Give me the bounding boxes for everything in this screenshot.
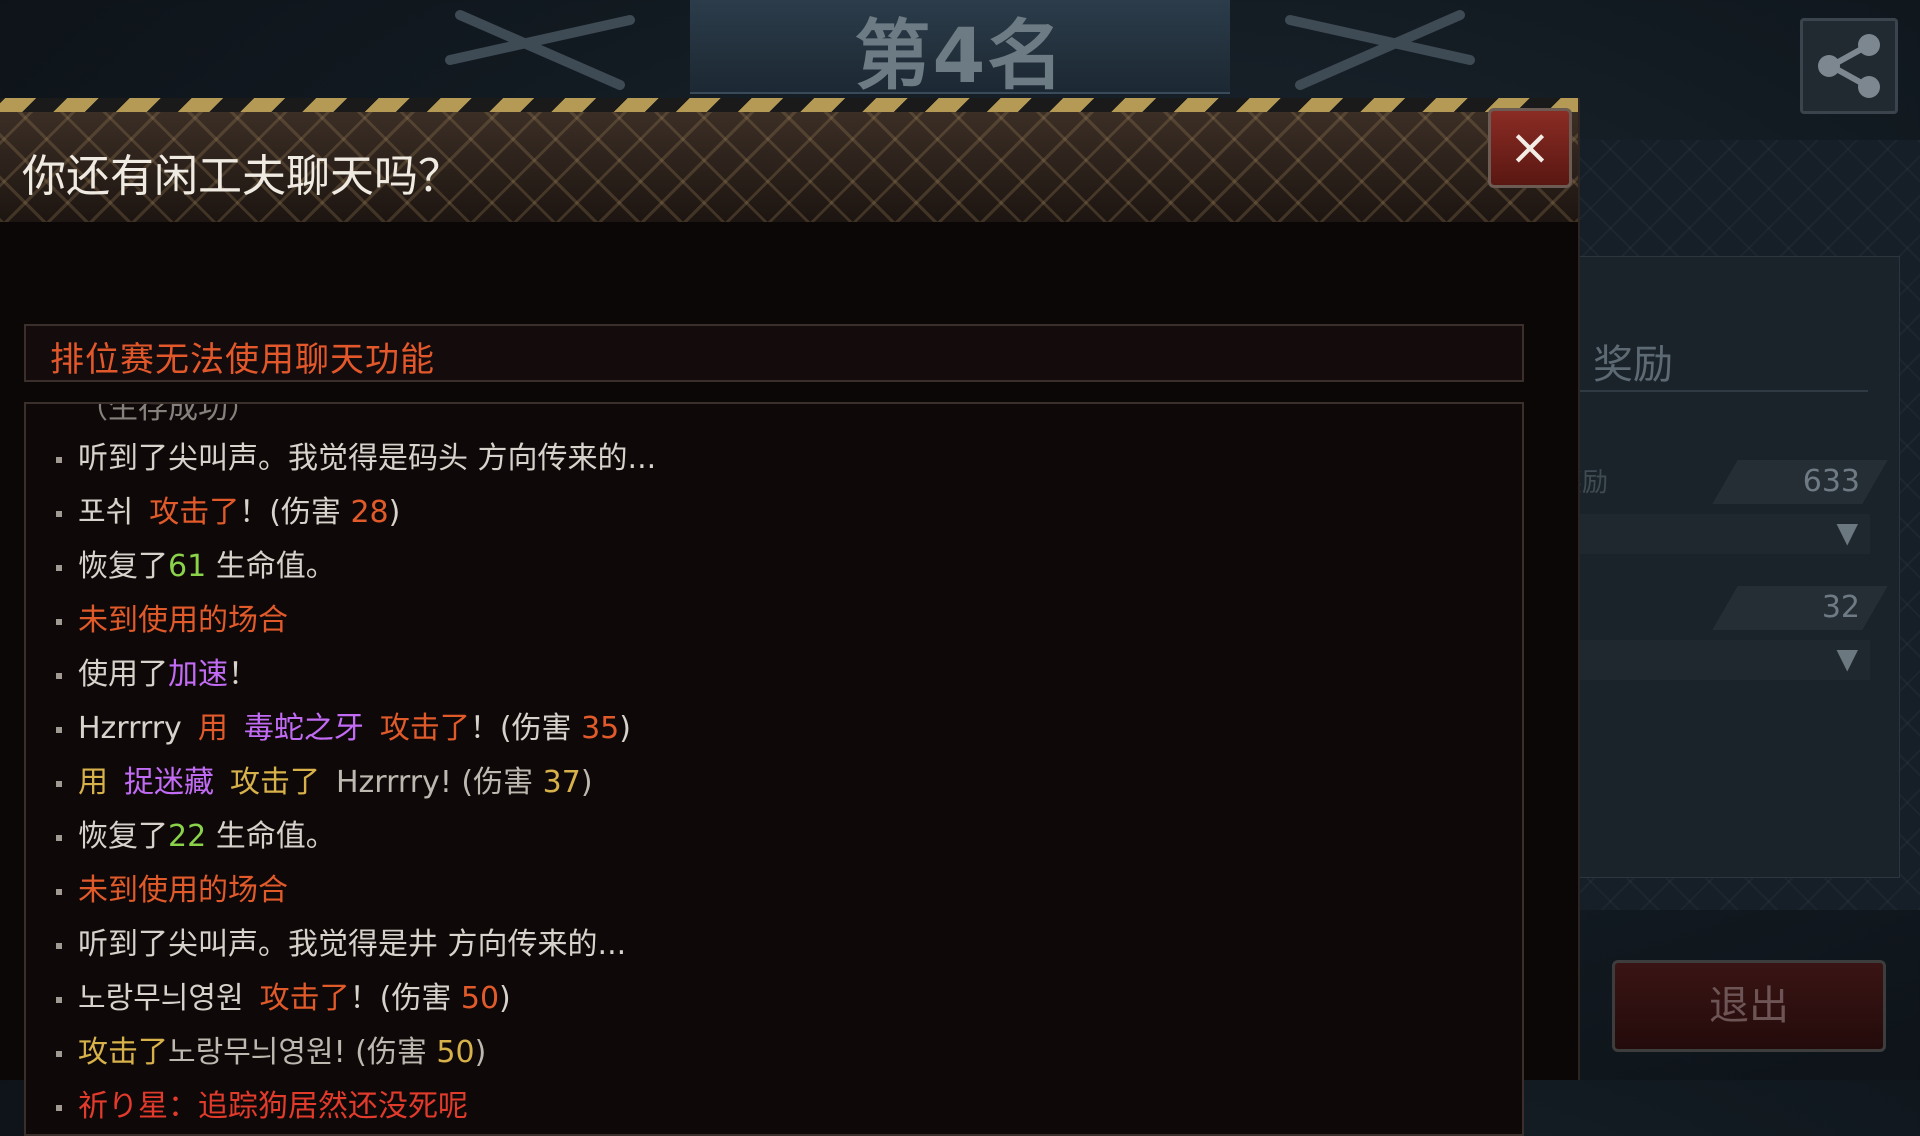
- log-line: 未到使用的场合: [26, 864, 1506, 918]
- bullet-icon: [56, 780, 62, 787]
- chat-modal: 你还有闲工夫聊天吗？ 排位赛无法使用聊天功能 （生存成功） 听到了尖叫声。我觉得…: [0, 98, 1580, 1136]
- share-button[interactable]: [1800, 18, 1898, 114]
- rank-banner: 第4名: [690, 0, 1230, 100]
- log-segment: 61: [168, 549, 207, 584]
- close-icon: ×: [1509, 118, 1551, 176]
- bullet-icon: [56, 726, 62, 733]
- log-line: 听到了尖叫声。我觉得是码头 方向传来的...: [26, 432, 1506, 486]
- log-segment: 毒蛇之牙: [243, 711, 364, 746]
- bullet-icon: [56, 834, 62, 841]
- log-line: 攻击了노랑무늬영원! (伤害 50): [26, 1026, 1506, 1080]
- modal-title: 你还有闲工夫聊天吗？: [22, 151, 462, 202]
- reward-divider: [1578, 390, 1868, 392]
- hazard-stripe: [0, 98, 1578, 112]
- log-text: （生存成功）: [78, 402, 258, 426]
- log-segment: 恢复了: [78, 549, 168, 584]
- dropdown-arrow-icon: ▼: [1836, 516, 1858, 549]
- log-segment: 포쉬: [78, 495, 134, 530]
- log-line: 恢复了61 生命值。: [26, 540, 1506, 594]
- log-segment: 使用了: [78, 657, 168, 692]
- log-segment: 攻击了: [259, 981, 350, 1016]
- bullet-icon: [56, 672, 62, 679]
- rank-title: 第4名: [854, 11, 1066, 100]
- log-line: 用捉迷藏 攻击了 Hzrrrry! (伤害 37): [26, 756, 1506, 810]
- bullet-icon: [56, 888, 62, 895]
- bullet-icon: [56, 996, 62, 1003]
- reward-value: 633: [1802, 464, 1860, 499]
- log-segment: ): [388, 495, 401, 530]
- log-segment: 攻击了: [78, 1035, 168, 1070]
- battle-log[interactable]: （生存成功） 听到了尖叫声。我觉得是码头 方向传来的... 포쉬 攻击了！(伤害 2…: [24, 402, 1524, 1136]
- chat-disabled-notice: 排位赛无法使用聊天功能: [24, 324, 1524, 382]
- reward-value-bg: [1712, 586, 1888, 630]
- crossed-guns-right-emblem: [1285, 10, 1475, 90]
- log-segment: 35: [581, 711, 620, 746]
- log-segment: 未到使用的场合: [78, 873, 288, 908]
- log-segment: ): [619, 711, 631, 746]
- log-segment: 22: [168, 819, 207, 854]
- log-line: 听到了尖叫声。我觉得是井 方向传来的...: [26, 918, 1506, 972]
- log-segment: 祈り星：追踪狗居然还没死呢: [78, 1089, 468, 1124]
- log-segment: ！(伤害: [469, 711, 582, 746]
- log-segment: 捉迷藏: [124, 765, 214, 800]
- log-segment: 用: [78, 765, 108, 800]
- log-segment: 生命值。: [206, 819, 336, 854]
- log-segment: ): [474, 1035, 487, 1070]
- log-segment: ！: [228, 657, 258, 692]
- log-line: 使用了加速！: [26, 648, 1506, 702]
- reward-value-bg: [1712, 460, 1888, 504]
- log-segment: ): [499, 981, 511, 1016]
- reward-dropdown[interactable]: ▼: [1578, 514, 1870, 554]
- log-segment: ！(伤害: [349, 981, 461, 1016]
- log-segment: 未到使用的场合: [78, 603, 288, 638]
- log-line: 노랑무늬영원 攻击了！(伤害 50): [26, 972, 1506, 1026]
- log-segment: 노랑무늬영원! (伤害: [168, 1035, 437, 1070]
- log-segment: 攻击了: [379, 711, 470, 746]
- log-segment: 加速: [168, 657, 228, 692]
- bullet-icon: [56, 1104, 62, 1111]
- log-segment: 攻击了: [230, 765, 320, 800]
- log-segment: 37: [542, 765, 581, 800]
- bullet-icon: [56, 510, 62, 517]
- close-button[interactable]: ×: [1488, 108, 1572, 188]
- log-line: Hzrrrry 用毒蛇之牙 攻击了！(伤害 35): [26, 702, 1506, 756]
- log-segment: 生命值。: [206, 549, 336, 584]
- log-segment: ): [580, 765, 593, 800]
- log-segment: Hzrrrry! (伤害: [336, 765, 543, 800]
- log-segment: ！(伤害: [239, 495, 351, 530]
- bullet-icon: [56, 456, 62, 463]
- bullet-icon: [56, 564, 62, 571]
- modal-header: 你还有闲工夫聊天吗？: [0, 112, 1578, 222]
- log-segment: 노랑무늬영원: [78, 981, 244, 1016]
- log-line: 未到使用的场合: [26, 594, 1506, 648]
- bullet-icon: [56, 942, 62, 949]
- reward-value: 32: [1821, 590, 1860, 625]
- log-segment: 50: [460, 981, 500, 1016]
- log-segment: 攻击了: [149, 495, 240, 530]
- log-line: 祈り星：追踪狗居然还没死呢: [26, 1080, 1506, 1134]
- share-icon: [1818, 34, 1880, 98]
- log-line-partial: （生存成功）: [26, 402, 1506, 436]
- reward-heading: 奖励: [1593, 342, 1673, 388]
- log-line: 恢复了22 生命值。: [26, 810, 1506, 864]
- dropdown-arrow-icon: ▼: [1836, 642, 1858, 675]
- log-segment: 50: [436, 1035, 475, 1070]
- log-segment: Hzrrrry: [78, 711, 182, 746]
- log-segment: 28: [350, 495, 389, 530]
- notice-text: 排位赛无法使用聊天功能: [50, 340, 435, 380]
- log-segment: 恢复了: [78, 819, 168, 854]
- log-line: 포쉬 攻击了！(伤害 28): [26, 486, 1506, 540]
- log-segment: 听到了尖叫声。我觉得是井 方向传来的...: [78, 927, 627, 962]
- log-segment: 听到了尖叫声。我觉得是码头 方向传来的...: [78, 441, 657, 476]
- exit-button[interactable]: 退出: [1612, 960, 1886, 1052]
- crossed-guns-left-emblem: [445, 10, 635, 90]
- bullet-icon: [56, 1050, 62, 1057]
- reward-dropdown[interactable]: ▼: [1578, 640, 1870, 680]
- bullet-icon: [56, 618, 62, 625]
- log-segment: 用: [197, 711, 228, 746]
